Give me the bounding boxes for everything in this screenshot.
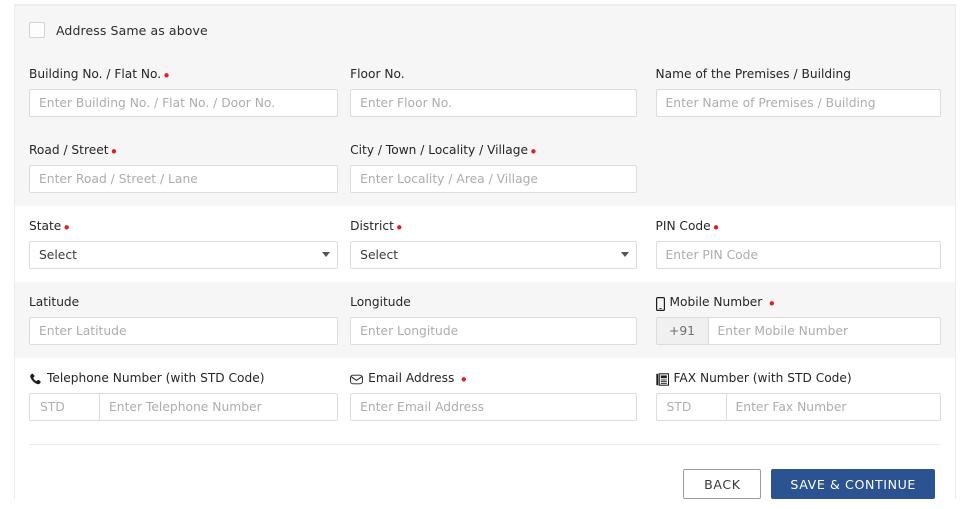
text-input[interactable] xyxy=(29,317,339,345)
field-label: Road / Street • xyxy=(29,142,338,161)
form-field-cell: Road / Street • xyxy=(29,130,339,206)
required-asterisk: • xyxy=(767,294,777,313)
field-label: Floor No. xyxy=(350,67,645,82)
field-label: Telephone Number (with STD Code) xyxy=(29,371,338,386)
prefixed-input-group: STD xyxy=(29,393,339,421)
address-form-page: Address Same as above Building No. / Fla… xyxy=(0,0,975,509)
required-asterisk: • xyxy=(62,218,72,237)
text-input[interactable] xyxy=(350,393,638,421)
form-row: Building No. / Flat No.• Floor No. Name of… xyxy=(15,54,955,130)
text-input[interactable] xyxy=(725,393,942,421)
field-label: Longitude xyxy=(350,295,645,310)
text-input[interactable] xyxy=(350,89,638,117)
form-field-cell: City / Town / Locality / Village • xyxy=(350,130,645,206)
select-dropdown[interactable]: Select xyxy=(350,241,638,269)
field-label-text: Floor No. xyxy=(350,67,405,81)
text-input[interactable] xyxy=(350,165,638,193)
required-asterisk: • xyxy=(459,370,469,389)
chevron-down-icon xyxy=(322,252,331,257)
text-input[interactable] xyxy=(99,393,339,421)
form-field-cell: Longitude xyxy=(350,282,645,358)
button-bar: BACK SAVE & CONTINUE xyxy=(15,445,955,499)
field-label: Name of the Premises / Building xyxy=(656,67,942,82)
field-label-text: State xyxy=(29,219,62,233)
back-button[interactable]: BACK xyxy=(683,469,762,499)
field-label-text: District xyxy=(350,219,394,233)
form-field-cell xyxy=(656,130,942,206)
form-row: Road / Street•City / Town / Locality / V… xyxy=(15,130,955,206)
same-as-above-row[interactable]: Address Same as above xyxy=(15,6,955,54)
required-asterisk: • xyxy=(109,142,119,161)
text-input[interactable] xyxy=(707,317,942,345)
text-input[interactable] xyxy=(655,89,942,117)
address-form-card: Address Same as above Building No. / Fla… xyxy=(14,4,956,499)
form-field-cell: FAX Number (with STD Code) STD xyxy=(655,358,942,434)
field-label: PIN Code • xyxy=(655,218,942,237)
save-and-continue-button[interactable]: SAVE & CONTINUE xyxy=(771,469,935,499)
chevron-down-icon xyxy=(621,252,630,257)
field-label-text: FAX Number (with STD Code) xyxy=(673,371,852,385)
prefixed-input-group: STD xyxy=(655,393,942,421)
text-input[interactable] xyxy=(29,89,339,117)
form-field-cell: Latitude xyxy=(29,282,339,358)
field-label-text: Name of the Premises / Building xyxy=(655,67,851,81)
mobile-icon xyxy=(655,296,665,311)
form-rows: Building No. / Flat No.•Floor No.Name of… xyxy=(15,54,955,434)
field-label-text: Building No. / Flat No. xyxy=(29,67,162,81)
form-field-cell: Email Address • xyxy=(350,358,645,434)
select-value: Select xyxy=(350,241,638,269)
input-prefix: +91 xyxy=(655,317,708,345)
select-dropdown[interactable]: Select xyxy=(29,241,339,269)
form-field-cell: Mobile Number • +91 xyxy=(655,282,942,358)
field-label-text: Road / Street xyxy=(29,143,109,157)
field-label-text: Email Address xyxy=(368,371,455,385)
text-input[interactable] xyxy=(29,165,339,193)
form-row: Telephone Number (with STD Code) STD Email… xyxy=(15,358,955,434)
field-label: State • xyxy=(29,218,338,237)
input-prefix[interactable]: STD xyxy=(29,393,99,421)
same-as-above-label: Address Same as above xyxy=(56,22,208,38)
text-input[interactable] xyxy=(655,241,942,269)
select-value: Select xyxy=(29,241,339,269)
text-input[interactable] xyxy=(350,317,638,345)
field-label-text: Latitude xyxy=(29,295,80,309)
envelope-icon xyxy=(350,374,364,385)
field-label: Mobile Number • xyxy=(655,294,942,313)
field-label: Latitude xyxy=(29,295,338,310)
form-field-cell: PIN Code • xyxy=(655,206,942,282)
field-label: Building No. / Flat No. • xyxy=(29,66,338,85)
phone-icon xyxy=(29,373,42,386)
form-field-cell: State • Select xyxy=(29,206,339,282)
form-row: Latitude Longitude Mobile Number • +91 xyxy=(15,282,955,358)
required-asterisk: • xyxy=(711,218,721,237)
field-label: City / Town / Locality / Village • xyxy=(350,142,645,161)
same-as-above-checkbox[interactable] xyxy=(29,22,45,38)
field-label-text: City / Town / Locality / Village xyxy=(350,143,529,157)
field-label: District • xyxy=(350,218,645,237)
field-label-text: Mobile Number xyxy=(669,295,763,309)
prefixed-input-group: +91 xyxy=(655,317,942,345)
form-field-cell: Building No. / Flat No. • xyxy=(29,54,339,130)
fax-icon xyxy=(655,373,669,386)
form-field-cell: Telephone Number (with STD Code) STD xyxy=(29,358,339,434)
form-row: State • Select District • Select PIN Code • xyxy=(15,206,955,282)
field-label-text: PIN Code xyxy=(655,219,711,233)
input-prefix[interactable]: STD xyxy=(655,393,726,421)
form-field-cell: Floor No. xyxy=(350,54,645,130)
required-asterisk: • xyxy=(394,218,404,237)
form-field-cell: District • Select xyxy=(350,206,645,282)
required-asterisk: • xyxy=(162,66,172,85)
required-asterisk: • xyxy=(529,142,538,161)
form-field-cell: Name of the Premises / Building xyxy=(655,54,942,130)
field-label: FAX Number (with STD Code) xyxy=(655,371,942,386)
field-label: Email Address • xyxy=(350,370,645,389)
field-label-text: Telephone Number (with STD Code) xyxy=(47,371,265,385)
field-label-text: Longitude xyxy=(350,295,411,309)
